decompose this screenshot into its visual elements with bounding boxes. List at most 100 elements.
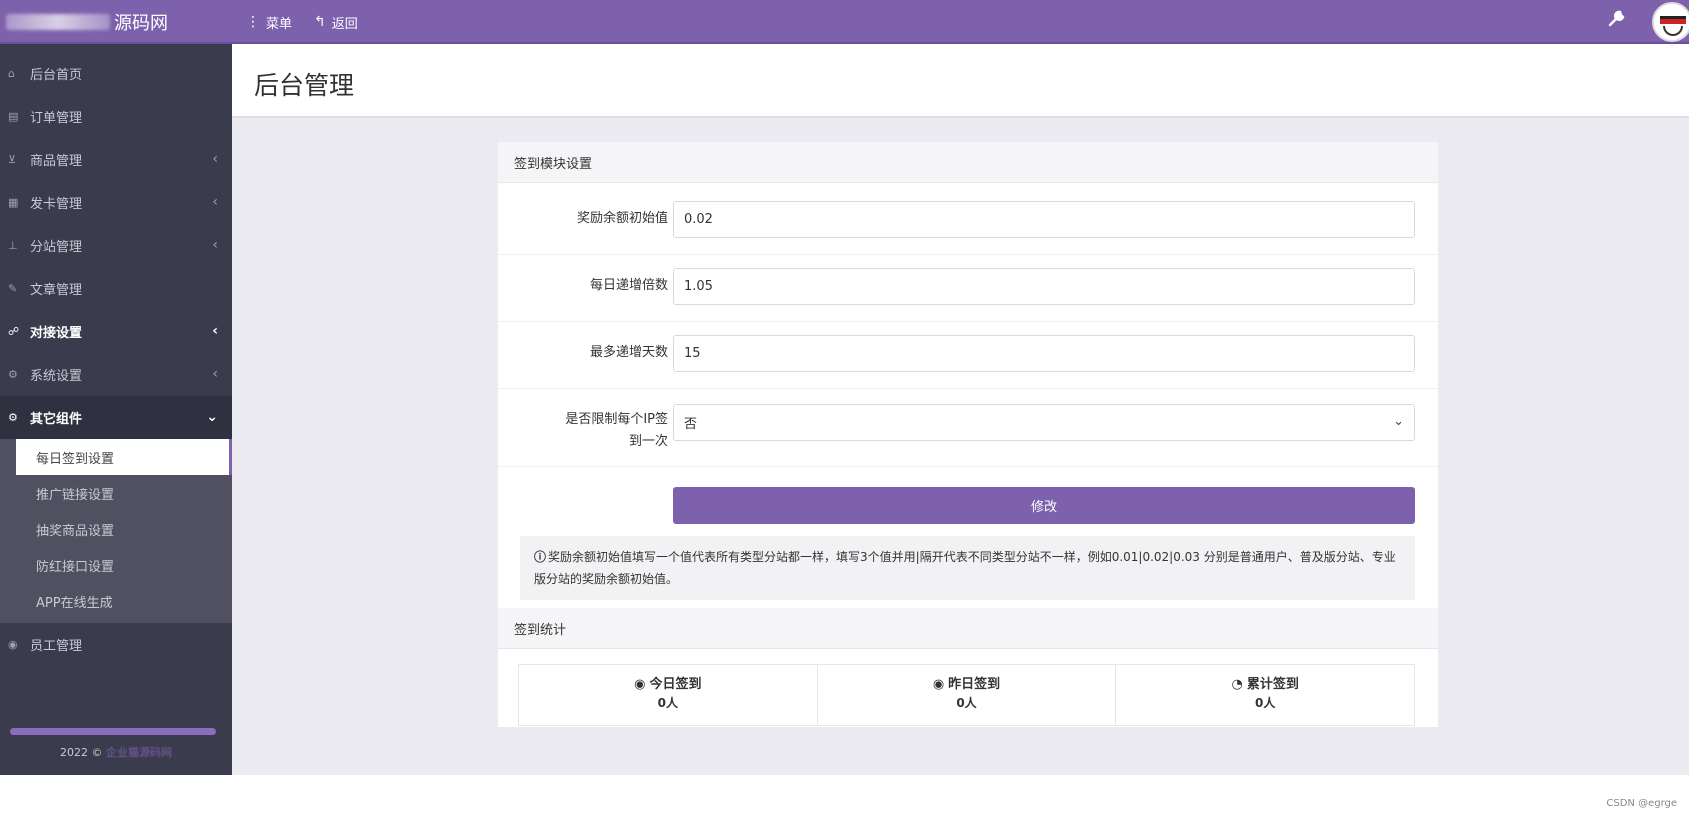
input-value: 1.05 <box>684 279 713 294</box>
main-content: 后台管理 签到模块设置 奖励余额初始值 0.02 每日递增倍数 1.05 最多递… <box>232 44 1689 775</box>
sidebar-item-staff[interactable]: ◉ 员工管理 <box>0 623 232 666</box>
submenu-item-daily-signin[interactable]: 每日签到设置 <box>16 439 232 475</box>
sidebar-item-dashboard[interactable]: ⌂ 后台首页 <box>0 52 232 95</box>
input-value: 15 <box>684 346 701 361</box>
bottom-strip <box>0 775 1689 820</box>
ip-limit-select[interactable]: 否 ⌄ <box>673 404 1415 441</box>
stat-label: 累计签到 <box>1246 677 1299 692</box>
stat-yesterday: ◉ 昨日签到 0人 <box>818 665 1117 725</box>
submenu-item-app-generate[interactable]: APP在线生成 <box>0 583 232 619</box>
field-label: 奖励余额初始值 <box>576 211 668 226</box>
sidebar-item-label: 其它组件 <box>30 412 83 427</box>
form-row-max-days: 最多递增天数 15 <box>498 322 1438 389</box>
sitemap-icon: ⊥ <box>8 239 18 252</box>
stat-label: 昨日签到 <box>948 677 1001 692</box>
settings-icon: ⚙ <box>8 368 18 381</box>
stat-label: 今日签到 <box>649 677 702 692</box>
footer-link[interactable]: 企业猫源码网 <box>106 746 172 759</box>
field-label: 最多递增天数 <box>589 345 668 360</box>
sidebar-item-system[interactable]: ⚙ 系统设置 ‹ <box>0 353 232 396</box>
form-row-initial-reward: 奖励余额初始值 0.02 <box>498 183 1438 255</box>
page-title: 后台管理 <box>254 71 355 100</box>
article-icon: ✎ <box>8 282 18 295</box>
stats-row: ◉ 今日签到 0人 ◉ 昨日签到 0人 ◔ 累计签到 0人 <box>518 664 1415 726</box>
sidebar-item-label: 分站管理 <box>30 240 83 255</box>
app-window: 源码网 ⋮ 菜单 ↰ 返回 ⌂ 后台首页 ▤ 订单管理 ⊻ 商品管理 ‹ ▦ 发… <box>0 0 1689 775</box>
stat-total: ◔ 累计签到 0人 <box>1116 665 1414 725</box>
stat-value: 0人 <box>956 696 977 710</box>
field-label: 每日递增倍数 <box>589 278 668 293</box>
pie-chart-icon: ◔ <box>1231 677 1243 692</box>
submenu-item-lottery[interactable]: 抽奖商品设置 <box>0 511 232 547</box>
signin-stats-panel: 签到统计 ◉ 今日签到 0人 ◉ 昨日签到 0人 ◔ 累计签到 0人 <box>498 608 1438 727</box>
user-avatar[interactable] <box>1652 2 1689 42</box>
avatar-band <box>1660 16 1686 24</box>
brand-name: 源码网 <box>114 13 168 34</box>
menu-toggle-button[interactable]: ⋮ 菜单 <box>246 13 292 32</box>
chevron-left-icon: ‹ <box>212 151 218 167</box>
panel-title: 签到模块设置 <box>498 142 1438 183</box>
sidebar-item-label: 后台首页 <box>30 68 83 83</box>
sidebar: ⌂ 后台首页 ▤ 订单管理 ⊻ 商品管理 ‹ ▦ 发卡管理 ‹ ⊥ 分站管理 ‹… <box>0 44 232 775</box>
sidebar-footer: 2022 © 企业猫源码网 <box>0 744 232 760</box>
initial-reward-input[interactable]: 0.02 <box>673 201 1415 238</box>
menu-label: 菜单 <box>266 16 293 32</box>
sidebar-item-label: 文章管理 <box>30 283 83 298</box>
stat-today: ◉ 今日签到 0人 <box>519 665 818 725</box>
sidebar-item-integration[interactable]: ☍ 对接设置 ‹ <box>0 310 232 353</box>
sidebar-item-label: 系统设置 <box>30 369 83 384</box>
cart-icon: ⊻ <box>8 153 17 166</box>
sidebar-item-products[interactable]: ⊻ 商品管理 ‹ <box>0 138 232 181</box>
field-label: 是否限制每个IP签 到一次 <box>518 409 668 453</box>
submit-button[interactable]: 修改 <box>673 487 1415 524</box>
form-row-daily-multiplier: 每日递增倍数 1.05 <box>498 255 1438 322</box>
panel-title: 签到统计 <box>498 608 1438 649</box>
sidebar-item-label: 订单管理 <box>30 111 83 126</box>
brand-blurred-logo <box>6 14 110 30</box>
grid-icon: ▦ <box>8 196 19 209</box>
info-icon: ⓘ <box>534 550 547 564</box>
select-value: 否 <box>684 417 698 432</box>
sidebar-item-articles[interactable]: ✎ 文章管理 <box>0 267 232 310</box>
brand[interactable]: 源码网 <box>0 0 232 44</box>
wrench-icon[interactable] <box>1608 9 1626 32</box>
sidebar-item-label: 对接设置 <box>30 326 83 341</box>
back-label: 返回 <box>331 16 358 32</box>
page-header: 后台管理 <box>232 44 1689 118</box>
footer-year: 2022 © <box>60 746 103 759</box>
reply-icon: ↰ <box>314 14 326 30</box>
back-button[interactable]: ↰ 返回 <box>314 13 358 32</box>
chevron-left-icon: ‹ <box>212 194 218 210</box>
chevron-left-icon: ‹ <box>212 323 218 339</box>
field-label-line1: 是否限制每个IP签 <box>565 412 668 427</box>
chevron-left-icon: ‹ <box>212 366 218 382</box>
form-row-ip-limit: 是否限制每个IP签 到一次 否 ⌄ <box>498 389 1438 467</box>
user-circle-icon: ◉ <box>932 677 945 692</box>
field-label-line2: 到一次 <box>628 434 668 449</box>
watermark: CSDN @egrge <box>1606 798 1677 809</box>
chevron-left-icon: ‹ <box>212 237 218 253</box>
max-days-input[interactable]: 15 <box>673 335 1415 372</box>
list-icon: ▤ <box>8 110 19 123</box>
sidebar-item-cards[interactable]: ▦ 发卡管理 ‹ <box>0 181 232 224</box>
cogs-icon: ⚙ <box>8 411 18 424</box>
info-note-text: 奖励余额初始值填写一个值代表所有类型分站都一样，填写3个值并用|隔开代表不同类型… <box>534 550 1396 586</box>
user-circle-icon: ◉ <box>8 638 18 651</box>
sidebar-item-label: 发卡管理 <box>30 197 83 212</box>
sidebar-item-label: 员工管理 <box>30 639 83 654</box>
top-nav: ⋮ 菜单 ↰ 返回 <box>246 0 380 44</box>
stat-value: 0人 <box>1255 696 1276 710</box>
sidebar-item-components[interactable]: ⚙ 其它组件 ⌄ <box>0 396 232 439</box>
components-submenu: 每日签到设置 推广链接设置 抽奖商品设置 防红接口设置 APP在线生成 <box>0 439 232 623</box>
submenu-item-promo-link[interactable]: 推广链接设置 <box>0 475 232 511</box>
avatar-face <box>1663 26 1683 36</box>
sidebar-item-orders[interactable]: ▤ 订单管理 <box>0 95 232 138</box>
top-bar: 源码网 ⋮ 菜单 ↰ 返回 <box>0 0 1689 44</box>
sidebar-scrollbar[interactable] <box>10 728 216 735</box>
daily-multiplier-input[interactable]: 1.05 <box>673 268 1415 305</box>
submenu-item-anti-red[interactable]: 防红接口设置 <box>0 547 232 583</box>
chevron-down-icon: ⌄ <box>1393 414 1404 429</box>
sidebar-item-substations[interactable]: ⊥ 分站管理 ‹ <box>0 224 232 267</box>
info-note: ⓘ 奖励余额初始值填写一个值代表所有类型分站都一样，填写3个值并用|隔开代表不同类… <box>520 536 1415 600</box>
ellipsis-vertical-icon: ⋮ <box>246 14 260 30</box>
